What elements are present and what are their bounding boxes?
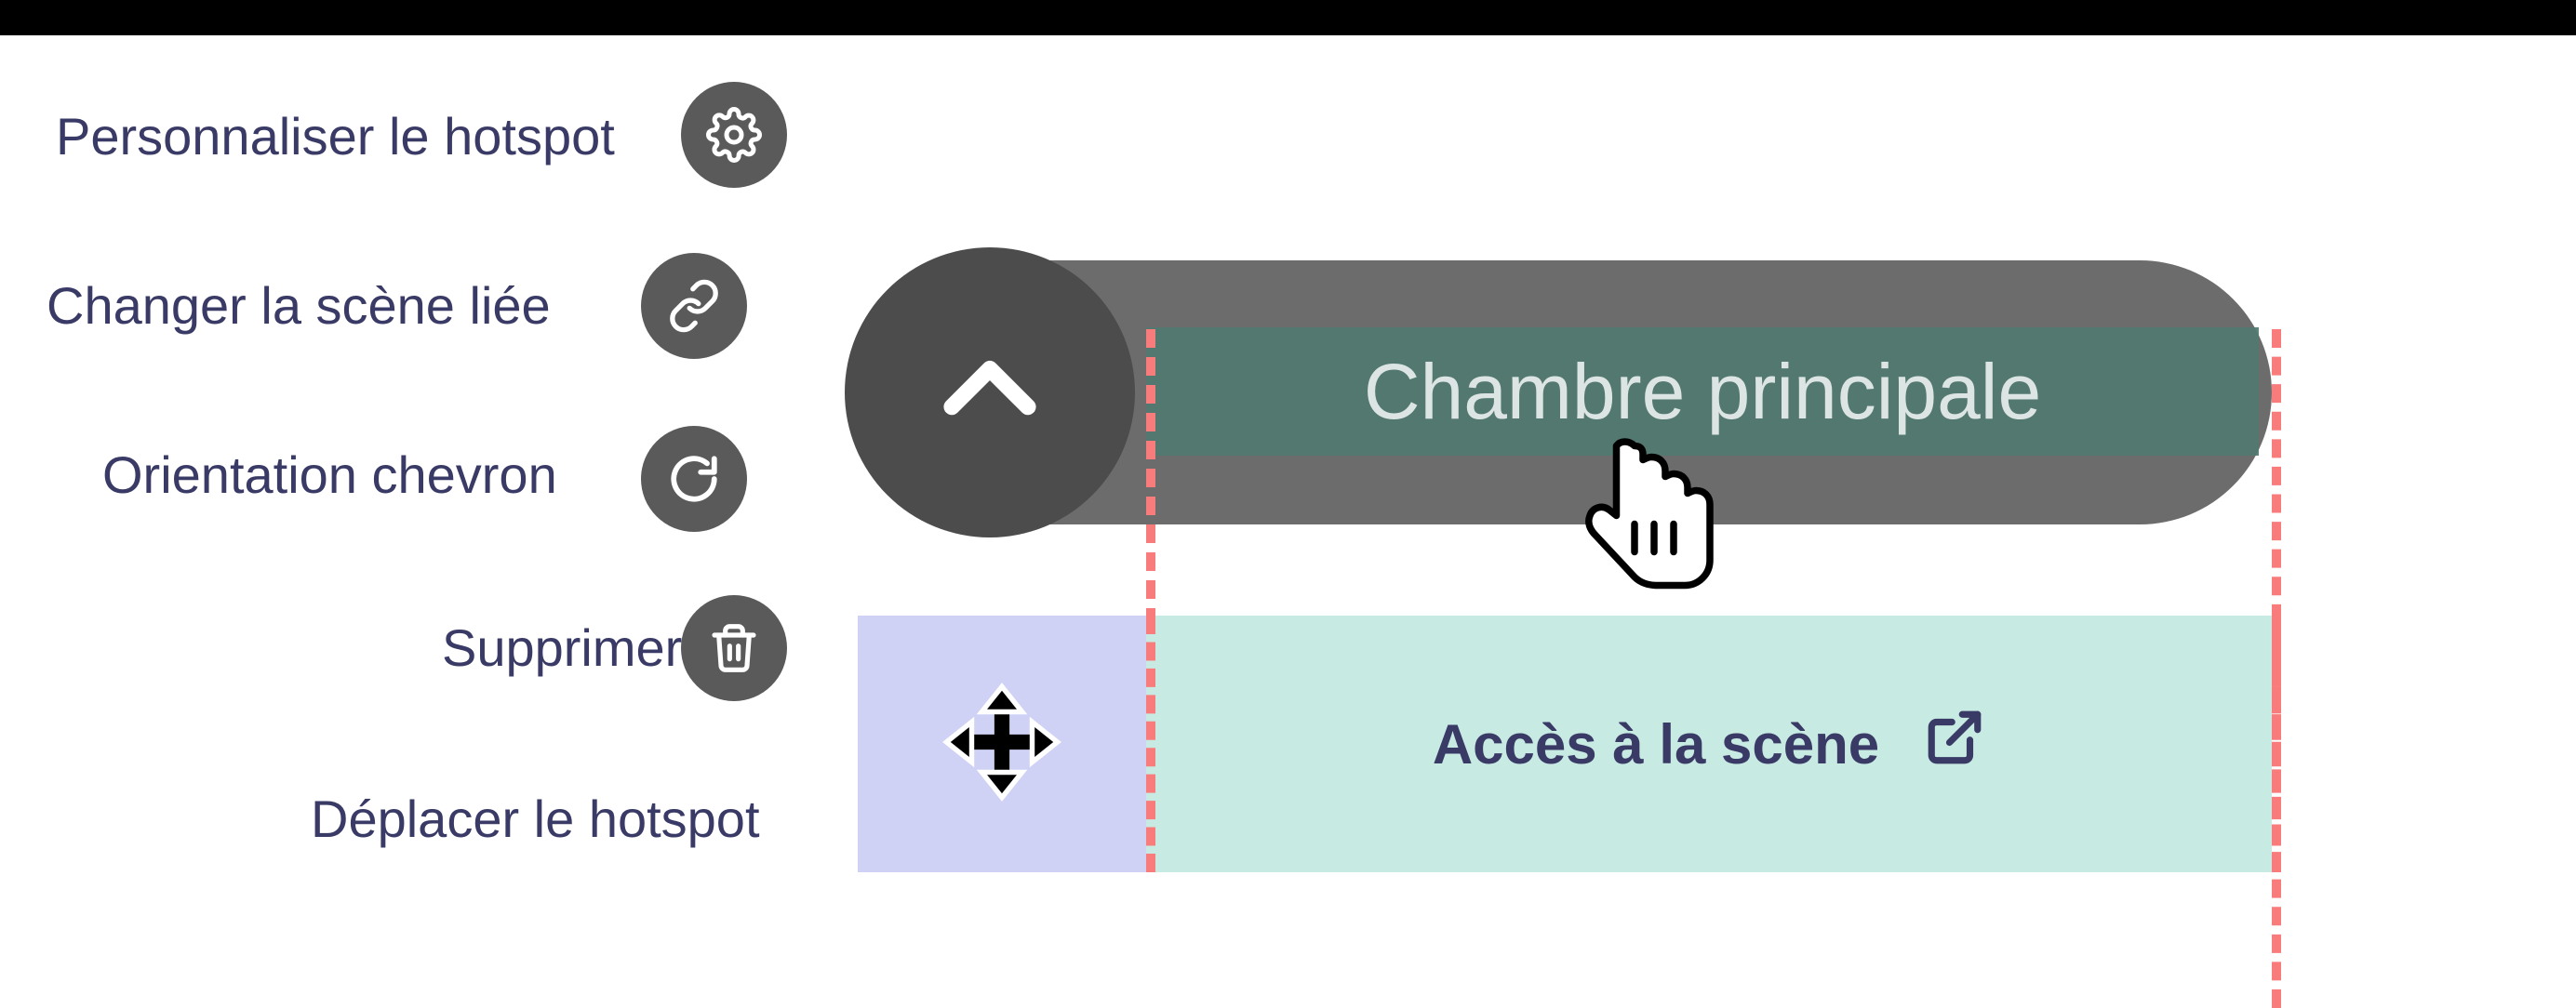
canvas: Personnaliser le hotspot Changer la scèn… <box>0 0 2576 995</box>
hotspot-title: Chambre principale <box>1146 327 2259 456</box>
dash-line <box>1146 329 1155 655</box>
label-orientation: Orientation chevron <box>102 444 557 505</box>
label-move-hotspot: Déplacer le hotspot <box>311 789 760 849</box>
label-personalize: Personnaliser le hotspot <box>56 106 615 166</box>
scene-access-link[interactable]: Accès à la scène <box>1146 616 2272 872</box>
canvas-inner: Personnaliser le hotspot Changer la scèn… <box>0 35 2576 995</box>
label-delete: Supprimer <box>442 617 682 678</box>
scene-access-label: Accès à la scène <box>1433 712 1879 776</box>
delete-hotspot-button[interactable] <box>681 595 787 701</box>
chevron-up-icon <box>925 325 1055 460</box>
gear-icon <box>706 107 762 163</box>
scene-access-panel: Accès à la scène <box>858 616 2272 872</box>
external-link-icon <box>1924 707 1985 781</box>
chevron-circle[interactable] <box>845 247 1135 537</box>
personalize-hotspot-button[interactable] <box>681 82 787 188</box>
hotspot-pill[interactable]: Chambre principale <box>858 260 2272 524</box>
change-linked-scene-button[interactable] <box>641 253 747 359</box>
dash-line <box>1146 616 1155 872</box>
move-hotspot-handle[interactable] <box>858 616 1146 872</box>
label-change-scene: Changer la scène liée <box>47 275 551 336</box>
rotate-icon <box>667 452 721 506</box>
dash-line <box>2272 616 2281 872</box>
link-icon <box>667 279 721 333</box>
trash-icon <box>708 622 760 674</box>
orientation-chevron-button[interactable] <box>641 426 747 532</box>
move-icon <box>941 682 1062 807</box>
